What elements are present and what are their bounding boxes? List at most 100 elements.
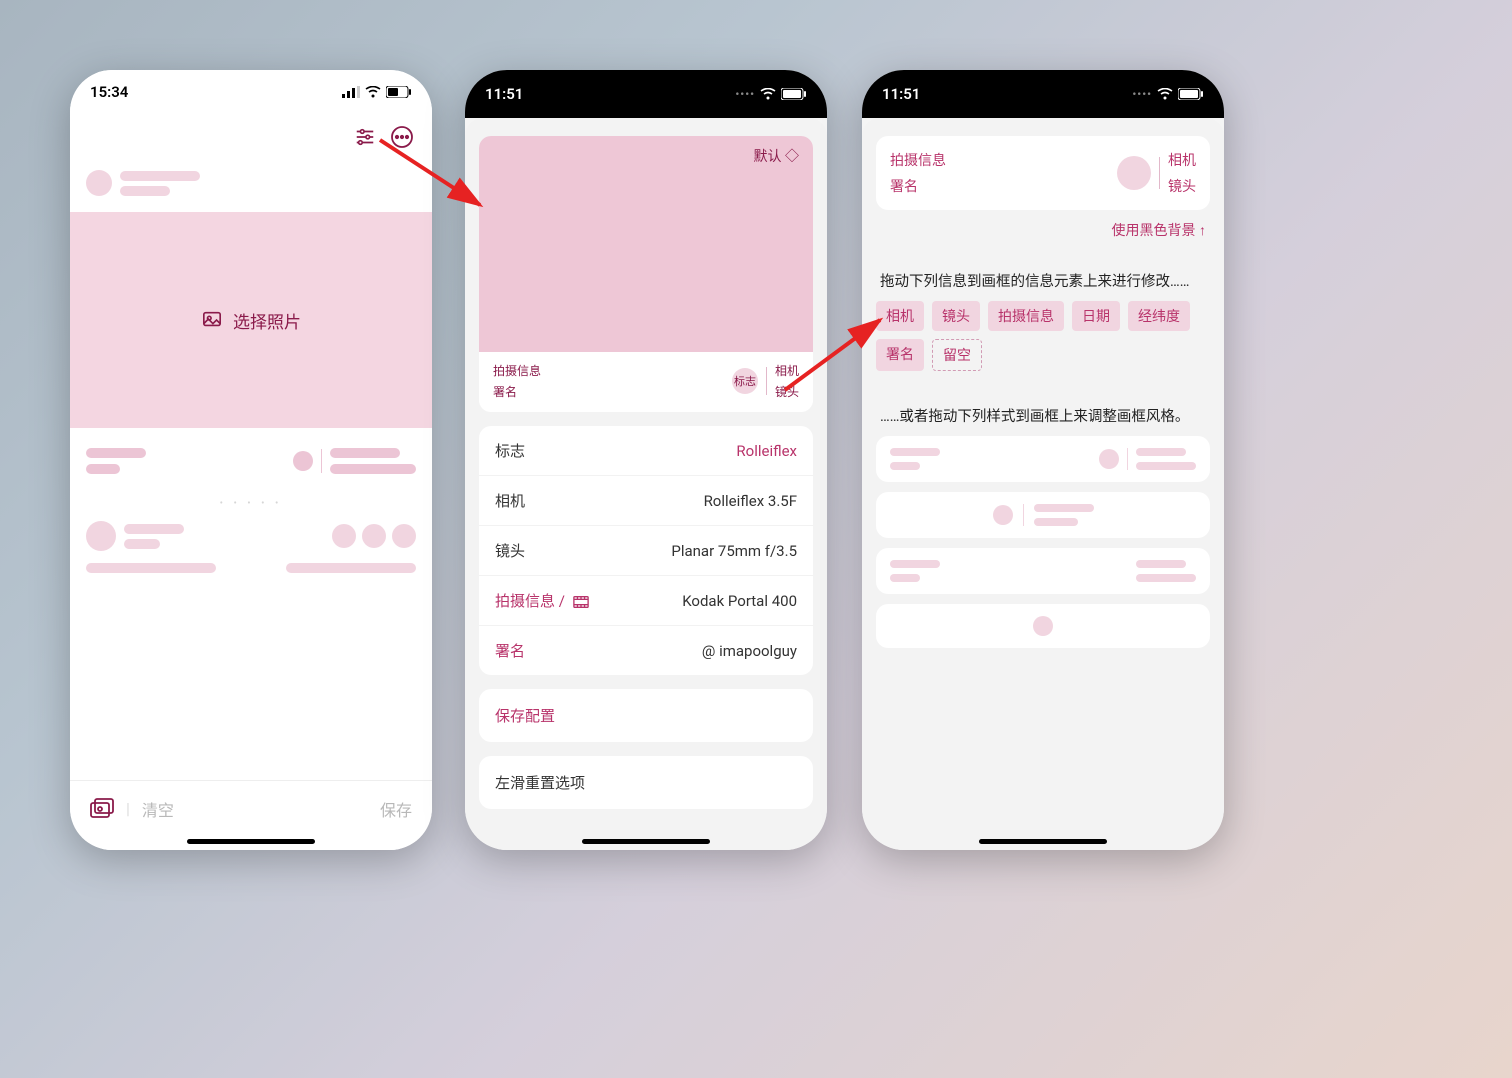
dots-indicator: • • • • • xyxy=(70,498,432,509)
image-icon xyxy=(201,310,223,330)
config-label: 镜头 xyxy=(495,540,525,561)
config-label: 署名 xyxy=(495,640,525,661)
skeleton-circle xyxy=(392,524,416,548)
config-label: 相机 xyxy=(495,490,525,511)
tag-latlng[interactable]: 经纬度 xyxy=(1128,301,1190,331)
skeleton-meta-block xyxy=(70,440,432,482)
status-time: 11:51 xyxy=(882,85,920,103)
clear-button[interactable]: 清空 xyxy=(142,797,174,821)
more-icon[interactable] xyxy=(390,125,414,149)
skeleton-circle xyxy=(362,524,386,548)
preset-selector[interactable]: 默认 ◇ xyxy=(754,146,799,166)
header-camera-label[interactable]: 相机 xyxy=(1168,150,1196,170)
skeleton-header-row xyxy=(70,160,432,206)
battery-icon xyxy=(781,88,807,100)
config-value: Kodak Portal 400 xyxy=(682,592,797,610)
preview-card: 默认 ◇ 拍摄信息 署名 标志 相机 镜头 xyxy=(479,136,813,412)
status-time: 11:51 xyxy=(485,85,523,103)
signal-icon xyxy=(342,86,360,98)
config-row-shooting-info[interactable]: 拍摄信息 / Kodak Portal 400 xyxy=(479,576,813,626)
status-icons xyxy=(342,86,412,98)
divider xyxy=(1159,157,1160,189)
header-shooting-info-label[interactable]: 拍摄信息 xyxy=(890,150,946,170)
config-label: 标志 xyxy=(495,440,525,461)
style-option-3[interactable] xyxy=(876,548,1210,594)
tag-date[interactable]: 日期 xyxy=(1072,301,1120,331)
preview-image-area: 默认 ◇ xyxy=(479,136,813,352)
config-value: @ imapoolguy xyxy=(702,642,797,660)
film-icon xyxy=(573,595,589,609)
divider xyxy=(766,367,767,395)
config-value: Rolleiflex xyxy=(736,442,797,460)
skeleton-circle xyxy=(332,524,356,548)
style-option-1[interactable] xyxy=(876,436,1210,482)
divider: | xyxy=(126,799,130,818)
skeleton-bar xyxy=(120,171,200,181)
home-indicator xyxy=(187,839,315,844)
save-config-button[interactable]: 保存配置 xyxy=(479,689,813,742)
phone-screen-3: 11:51 •••• 拍摄信息 署名 相机 镜头 使用黑色背景 ↑ 拖动下列信 xyxy=(862,70,1224,850)
skeleton-bar xyxy=(86,464,120,474)
status-icons: •••• xyxy=(1132,88,1204,101)
select-photo-area[interactable]: 选择照片 xyxy=(70,212,432,428)
tag-signature[interactable]: 署名 xyxy=(876,339,924,371)
config-list: 标志 Rolleiflex 相机 Rolleiflex 3.5F 镜头 Plan… xyxy=(479,426,813,675)
skeleton-bar xyxy=(124,539,160,549)
config-value: Planar 75mm f/3.5 xyxy=(671,542,797,560)
config-label: 拍摄信息 / xyxy=(495,590,589,611)
style-option-2[interactable] xyxy=(876,492,1210,538)
layout-header-card: 拍摄信息 署名 相机 镜头 xyxy=(876,136,1210,210)
skeleton-circle xyxy=(86,521,116,551)
preview-shooting-info-label: 拍摄信息 xyxy=(493,362,541,379)
battery-icon xyxy=(1178,88,1204,100)
battery-icon xyxy=(386,86,412,98)
config-value: Rolleiflex 3.5F xyxy=(704,492,797,510)
preview-lens-label: 镜头 xyxy=(775,383,799,400)
status-bar: 15:34 xyxy=(70,70,432,114)
status-time: 15:34 xyxy=(90,83,128,101)
gallery-icon[interactable] xyxy=(90,798,114,820)
tag-lens[interactable]: 镜头 xyxy=(932,301,980,331)
header-signature-label[interactable]: 署名 xyxy=(890,176,946,196)
signal-dots: •••• xyxy=(1132,88,1152,101)
skeleton-bar xyxy=(86,563,216,573)
preview-signature-label: 署名 xyxy=(493,383,541,400)
skeleton-bar xyxy=(330,464,416,474)
header-logo-placeholder[interactable] xyxy=(1117,156,1151,190)
wifi-icon xyxy=(760,88,776,100)
filter-icon[interactable] xyxy=(354,126,376,148)
status-icons: •••• xyxy=(735,88,807,101)
status-bar: 11:51 •••• xyxy=(862,70,1224,118)
skeleton-thumb-row xyxy=(70,509,432,563)
skeleton-avatar xyxy=(86,170,112,196)
tag-camera[interactable]: 相机 xyxy=(876,301,924,331)
skeleton-circle xyxy=(293,451,313,471)
config-row-signature[interactable]: 署名 @ imapoolguy xyxy=(479,626,813,675)
preview-camera-label: 相机 xyxy=(775,362,799,379)
config-row-logo[interactable]: 标志 Rolleiflex xyxy=(479,426,813,476)
swipe-reset-hint: 左滑重置选项 xyxy=(479,756,813,809)
logo-badge: 标志 xyxy=(732,368,758,394)
skeleton-bar xyxy=(86,448,146,458)
status-bar: 11:51 •••• xyxy=(465,70,827,118)
drag-style-instruction: ……或者拖动下列样式到画框上来调整画框风格。 xyxy=(880,405,1206,426)
header-lens-label[interactable]: 镜头 xyxy=(1168,176,1196,196)
wifi-icon xyxy=(1157,88,1173,100)
config-row-lens[interactable]: 镜头 Planar 75mm f/3.5 xyxy=(479,526,813,576)
info-tag-box: 相机 镜头 拍摄信息 日期 经纬度 署名 留空 xyxy=(876,301,1210,371)
phone-screen-1: 15:34 选择照片 xyxy=(70,70,432,850)
wifi-icon xyxy=(365,86,381,98)
skeleton-bottom-bars xyxy=(70,563,432,573)
style-option-4[interactable] xyxy=(876,604,1210,648)
config-row-camera[interactable]: 相机 Rolleiflex 3.5F xyxy=(479,476,813,526)
drag-info-instruction: 拖动下列信息到画框的信息元素上来进行修改…… xyxy=(880,270,1206,291)
divider xyxy=(321,449,322,473)
home-indicator xyxy=(979,839,1107,844)
toolbar xyxy=(70,114,432,160)
use-black-bg-toggle[interactable]: 使用黑色背景 ↑ xyxy=(862,220,1206,240)
skeleton-bar xyxy=(286,563,416,573)
skeleton-bar xyxy=(330,448,400,458)
tag-shooting-info[interactable]: 拍摄信息 xyxy=(988,301,1064,331)
save-button[interactable]: 保存 xyxy=(380,801,412,820)
tag-empty[interactable]: 留空 xyxy=(932,339,982,371)
